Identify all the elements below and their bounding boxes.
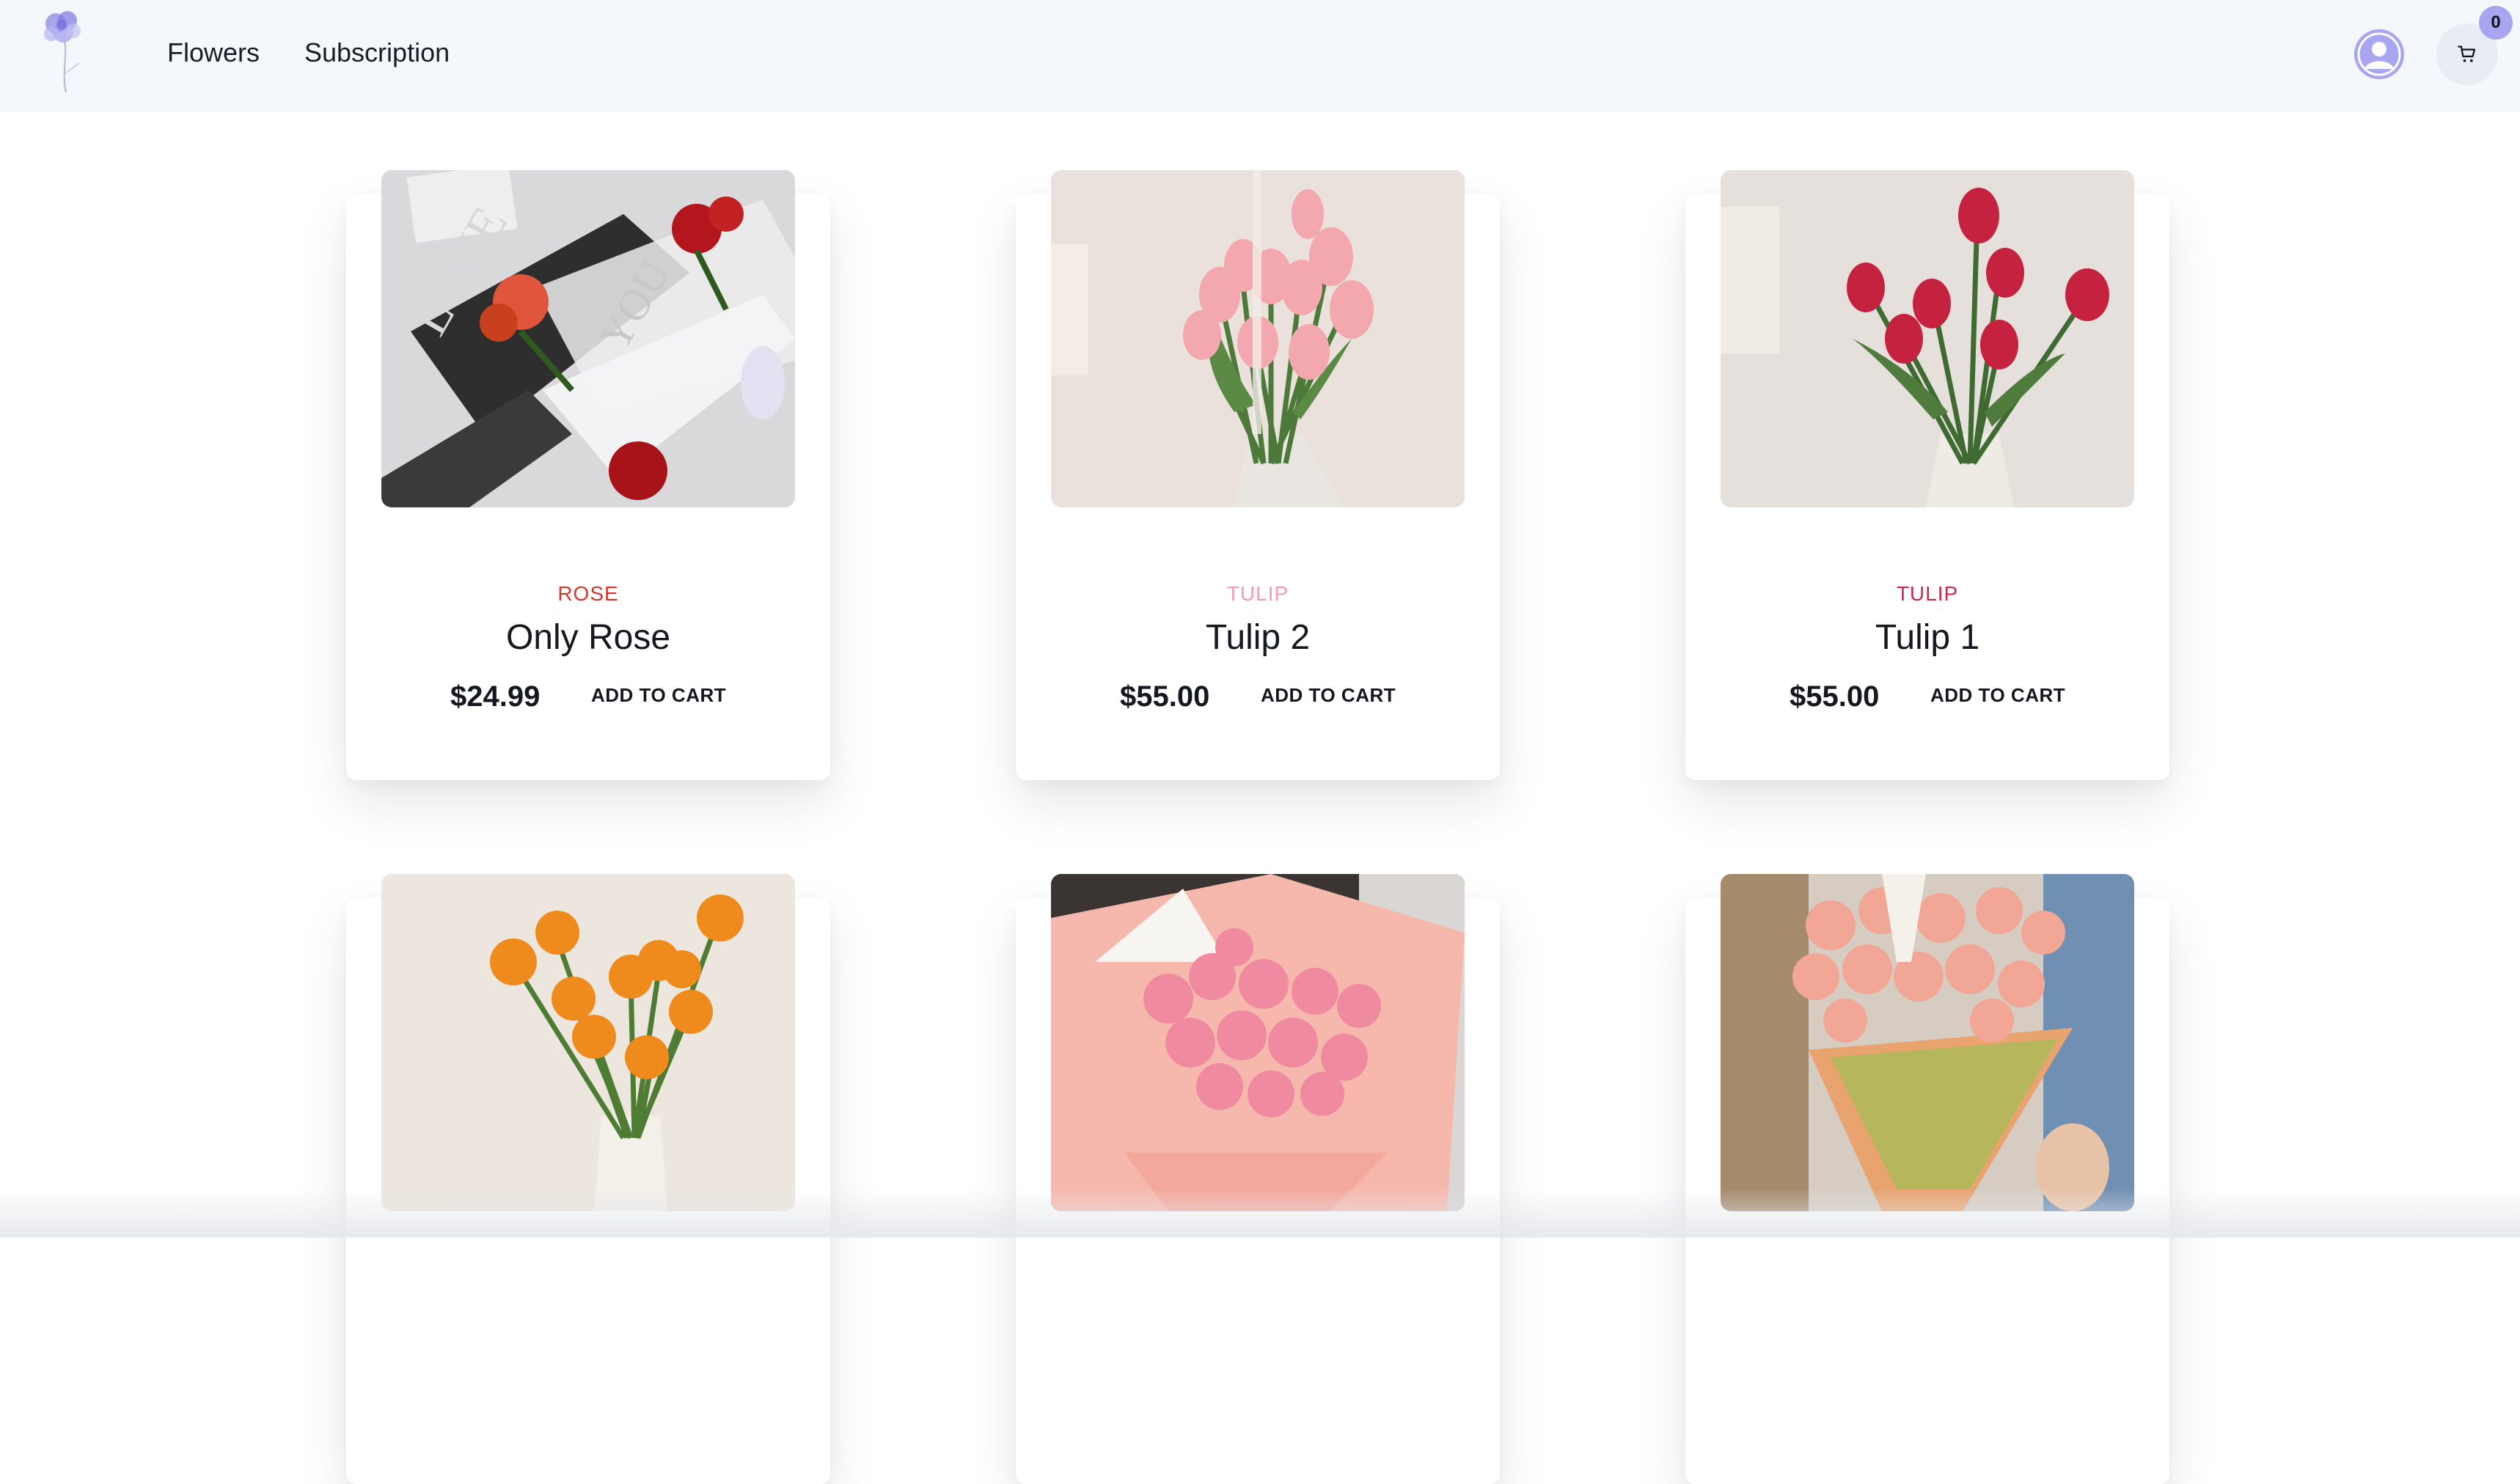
top-navigation-bar: Flowers Subscription 0	[0, 0, 2520, 111]
shopping-cart-icon	[2458, 45, 2476, 62]
product-image[interactable]	[1051, 170, 1465, 507]
product-image[interactable]	[1721, 874, 2134, 1211]
nav-link-flowers[interactable]: Flowers	[167, 34, 260, 72]
product-image[interactable]	[1051, 874, 1465, 1211]
product-price: $55.00	[1120, 680, 1210, 713]
product-image[interactable]: LOVE YOU	[381, 170, 795, 507]
product-name[interactable]: Tulip 1	[1685, 617, 2169, 658]
product-card-peach-roses	[1685, 874, 2169, 1484]
product-name[interactable]: Tulip 2	[1016, 617, 1500, 658]
product-card-ranunculus	[346, 874, 830, 1484]
product-name[interactable]: Only Rose	[346, 617, 830, 658]
product-card-carnation	[1016, 874, 1500, 1484]
cart-count-badge: 0	[2479, 6, 2513, 40]
nav-link-subscription[interactable]: Subscription	[304, 34, 450, 72]
product-card-tulip-1: TULIP Tulip 1 $55.00 ADD TO CART	[1685, 170, 2169, 780]
product-price: $24.99	[450, 680, 541, 713]
account-button[interactable]	[2354, 29, 2404, 79]
add-to-cart-button[interactable]: ADD TO CART	[1930, 684, 2065, 707]
user-avatar-icon	[2354, 29, 2404, 79]
product-category: TULIP	[1896, 582, 1959, 605]
add-to-cart-button[interactable]: ADD TO CART	[591, 684, 726, 707]
add-to-cart-button[interactable]: ADD TO CART	[1261, 684, 1396, 707]
product-image[interactable]	[1721, 170, 2134, 507]
product-category: TULIP	[1226, 582, 1289, 605]
product-image[interactable]	[381, 874, 795, 1211]
product-card-only-rose: LOVE YOU ROSE Only Rose $24.99 ADD TO CA…	[346, 170, 830, 780]
product-card-tulip-2: TULIP Tulip 2 $55.00 ADD TO CART	[1016, 170, 1500, 780]
product-price: $55.00	[1790, 680, 1880, 713]
flower-logo-icon[interactable]	[35, 6, 94, 97]
product-category: ROSE	[557, 582, 619, 605]
